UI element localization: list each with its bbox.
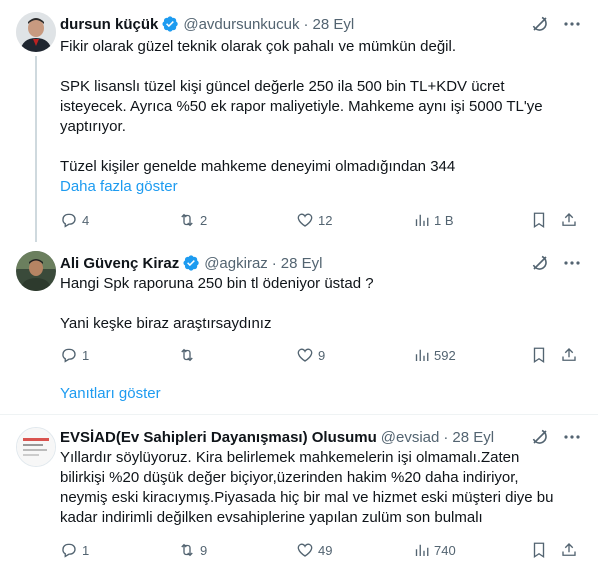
share-button[interactable] bbox=[560, 345, 578, 365]
more-options-icon[interactable] bbox=[562, 14, 582, 34]
bookmark-icon bbox=[533, 542, 545, 559]
text-line: kadar indirimli değilken evsahiplerine y… bbox=[60, 509, 483, 526]
views-button[interactable]: 592 bbox=[412, 345, 456, 365]
share-button[interactable] bbox=[560, 210, 578, 230]
views-count: 592 bbox=[434, 347, 456, 363]
thread-line bbox=[35, 56, 37, 242]
like-button[interactable]: 12 bbox=[296, 210, 332, 230]
reply-count: 4 bbox=[82, 212, 90, 228]
tweet-date[interactable]: 28 Eyl bbox=[312, 16, 354, 33]
tweet-1[interactable]: dursun küçük @avdursunkucuk · 28 Eyl Fik… bbox=[0, 0, 598, 245]
retweet-button[interactable] bbox=[178, 345, 200, 365]
text-line bbox=[60, 57, 580, 77]
text-line: Tüzel kişiler genelde mahkeme deneyimi o… bbox=[60, 158, 456, 175]
tweet-2[interactable]: Ali Güvenç Kiraz @agkiraz · 28 Eyl Hangi… bbox=[0, 245, 598, 405]
tweet-text: Fikir olarak güzel teknik olarak çok pah… bbox=[60, 37, 580, 197]
separator-dot: · bbox=[443, 428, 449, 446]
bookmark-icon bbox=[533, 347, 545, 364]
bookmark-button[interactable] bbox=[530, 540, 548, 560]
separator-dot: · bbox=[271, 254, 277, 272]
tweet-text: Yıllardır söylüyoruz. Kira belirlemek ma… bbox=[60, 448, 580, 528]
avatar[interactable] bbox=[16, 427, 56, 467]
show-more-link[interactable]: Daha fazla göster bbox=[60, 177, 580, 197]
tweet-text: Hangi Spk raporuna 250 bin tl ödeniyor ü… bbox=[60, 274, 580, 334]
grok-icon[interactable] bbox=[530, 14, 550, 34]
like-button[interactable]: 9 bbox=[296, 345, 325, 365]
text-line: Yıllardır söylüyoruz. Kira belirlemek ma… bbox=[60, 449, 520, 466]
reply-icon bbox=[62, 543, 76, 558]
retweet-count: 2 bbox=[200, 212, 208, 228]
retweet-button[interactable]: 9 bbox=[178, 540, 207, 560]
text-line: yaptırıyor. bbox=[60, 118, 126, 135]
share-icon bbox=[562, 213, 576, 226]
avatar[interactable] bbox=[16, 251, 56, 291]
more-options-icon[interactable] bbox=[562, 253, 582, 273]
retweet-count: 9 bbox=[200, 542, 208, 558]
text-line: Yani keşke biraz araştırsaydınız bbox=[60, 315, 272, 332]
views-button[interactable]: 1 B bbox=[412, 210, 454, 230]
verified-badge-icon bbox=[182, 254, 200, 272]
action-bar: 4 2 12 1 B bbox=[60, 210, 580, 230]
tweet-header: dursun küçük @avdursunkucuk · 28 Eyl bbox=[60, 14, 354, 34]
views-button[interactable]: 740 bbox=[412, 540, 456, 560]
verified-badge-icon bbox=[161, 15, 179, 33]
text-line: Hangi Spk raporuna 250 bin tl ödeniyor ü… bbox=[60, 275, 374, 292]
like-count: 49 bbox=[318, 542, 333, 558]
reply-button[interactable]: 1 bbox=[60, 540, 89, 560]
text-line: isteyecek. Ayrıca %50 ek rapor maliyetiy… bbox=[60, 98, 543, 115]
reply-button[interactable]: 4 bbox=[60, 210, 89, 230]
tweet-header: EVSİAD(Ev Sahipleri Dayanışması) Olusumu… bbox=[60, 427, 494, 447]
show-replies-link[interactable]: Yanıtları göster bbox=[60, 385, 161, 402]
reply-button[interactable]: 1 bbox=[60, 345, 89, 365]
text-line: bilirkişi %20 düşük değer biçiyor,üzerin… bbox=[60, 469, 519, 486]
grok-icon[interactable] bbox=[530, 253, 550, 273]
author-name[interactable]: EVSİAD(Ev Sahipleri Dayanışması) Olusumu bbox=[60, 429, 377, 446]
heart-icon bbox=[297, 348, 313, 362]
author-handle[interactable]: @agkiraz bbox=[204, 255, 268, 272]
share-icon bbox=[562, 348, 576, 361]
reply-icon bbox=[62, 348, 76, 363]
heart-icon bbox=[297, 543, 313, 557]
bookmark-icon bbox=[533, 212, 545, 229]
text-line: SPK lisanslı tüzel kişi güncel değerle 2… bbox=[60, 78, 505, 95]
author-handle[interactable]: @evsiad bbox=[381, 429, 440, 446]
retweet-icon bbox=[181, 348, 193, 362]
action-bar: 1 9 49 740 bbox=[60, 540, 580, 560]
views-count: 1 B bbox=[434, 212, 454, 228]
separator-dot: · bbox=[303, 15, 309, 33]
bookmark-button[interactable] bbox=[530, 210, 548, 230]
grok-icon[interactable] bbox=[530, 427, 550, 447]
retweet-icon bbox=[181, 213, 193, 227]
reply-count: 1 bbox=[82, 542, 90, 558]
retweet-icon bbox=[181, 543, 193, 557]
tweet-date[interactable]: 28 Eyl bbox=[281, 255, 323, 272]
action-bar: 1 9 592 bbox=[60, 345, 580, 365]
author-name[interactable]: dursun küçük bbox=[60, 16, 158, 33]
reply-count: 1 bbox=[82, 347, 90, 363]
more-options-icon[interactable] bbox=[562, 427, 582, 447]
like-count: 12 bbox=[318, 212, 333, 228]
avatar[interactable] bbox=[16, 12, 56, 52]
tweet-header: Ali Güvenç Kiraz @agkiraz · 28 Eyl bbox=[60, 253, 323, 273]
views-chart-icon bbox=[415, 214, 429, 226]
retweet-button[interactable]: 2 bbox=[178, 210, 207, 230]
text-line bbox=[60, 137, 580, 157]
views-chart-icon bbox=[415, 544, 429, 556]
author-name[interactable]: Ali Güvenç Kiraz bbox=[60, 255, 179, 272]
author-handle[interactable]: @avdursunkucuk bbox=[183, 16, 299, 33]
views-count: 740 bbox=[434, 542, 456, 558]
share-icon bbox=[562, 543, 576, 556]
like-button[interactable]: 49 bbox=[296, 540, 332, 560]
share-button[interactable] bbox=[560, 540, 578, 560]
text-line: neymiş eski kiracıymış.Piyasada hiç bir … bbox=[60, 489, 554, 506]
like-count: 9 bbox=[318, 347, 326, 363]
tweet-3[interactable]: EVSİAD(Ev Sahipleri Dayanışması) Olusumu… bbox=[0, 415, 598, 575]
tweet-date[interactable]: 28 Eyl bbox=[452, 429, 494, 446]
text-line bbox=[60, 294, 580, 314]
views-chart-icon bbox=[415, 349, 429, 361]
heart-icon bbox=[297, 213, 313, 227]
reply-icon bbox=[62, 213, 76, 228]
bookmark-button[interactable] bbox=[530, 345, 548, 365]
text-line: Fikir olarak güzel teknik olarak çok pah… bbox=[60, 38, 457, 55]
